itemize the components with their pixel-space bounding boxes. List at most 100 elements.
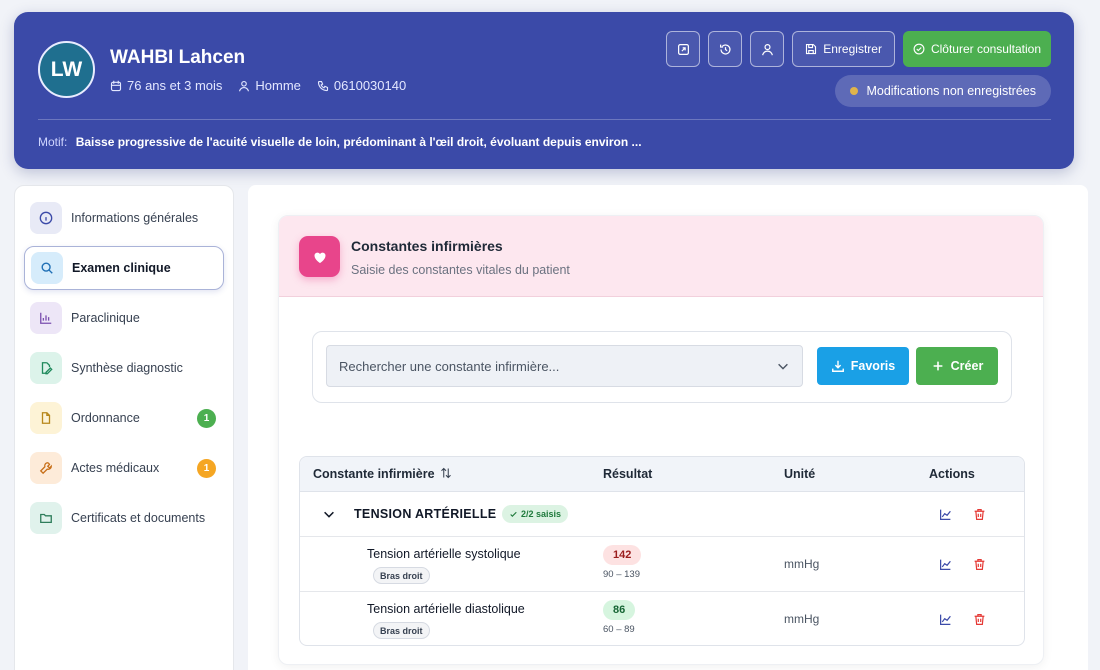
patient-phone: 0610030140 bbox=[317, 78, 406, 93]
save-button[interactable]: Enregistrer bbox=[792, 31, 895, 67]
result-value: 86 bbox=[603, 600, 636, 620]
save-button-label: Enregistrer bbox=[823, 42, 882, 56]
nursing-vitals-card: Constantes infirmières Saisie des consta… bbox=[278, 215, 1044, 665]
user-icon bbox=[239, 80, 250, 91]
chart-icon[interactable] bbox=[939, 508, 952, 521]
card-subtitle: Saisie des constantes vitales du patient bbox=[351, 263, 570, 277]
sidebar-item-certificats[interactable]: Certificats et documents bbox=[24, 496, 224, 540]
expand-button[interactable] bbox=[666, 31, 701, 67]
info-icon bbox=[39, 211, 53, 225]
sidebar-item-label: Actes médicaux bbox=[71, 461, 160, 475]
sidebar-item-label: Ordonnance bbox=[71, 411, 140, 425]
unit-value: mmHg bbox=[784, 557, 820, 571]
patient-phone-text: 0610030140 bbox=[333, 78, 407, 93]
sidebar-item-label: Informations générales bbox=[71, 211, 199, 225]
avatar: LW bbox=[38, 41, 95, 98]
trash-icon[interactable] bbox=[973, 558, 986, 571]
plus-icon bbox=[933, 361, 943, 371]
patient-age: 76 ans et 3 mois bbox=[110, 78, 222, 93]
table-row: Tension artérielle diastolique Bras droi… bbox=[300, 592, 1024, 645]
favorites-button[interactable]: Favoris bbox=[817, 347, 909, 385]
check-icon bbox=[510, 511, 517, 517]
patient-sex-text: Homme bbox=[255, 78, 301, 93]
header-divider bbox=[38, 119, 1051, 120]
folder-icon bbox=[40, 513, 52, 524]
status-dot bbox=[850, 87, 859, 95]
create-button[interactable]: Créer bbox=[916, 347, 998, 385]
result-value: 142 bbox=[603, 545, 642, 565]
col-constante[interactable]: Constante infirmière bbox=[313, 467, 452, 481]
sidebar-item-label: Paraclinique bbox=[71, 311, 140, 325]
nav-icon-box bbox=[30, 402, 62, 434]
close-consultation-button[interactable]: Clôturer consultation bbox=[902, 31, 1051, 67]
create-label: Créer bbox=[950, 359, 984, 373]
trash-icon[interactable] bbox=[973, 613, 986, 626]
status-badge-label: 2/2 saisis bbox=[521, 509, 562, 519]
sort-icon[interactable] bbox=[440, 467, 452, 479]
sidebar-item-label: Certificats et documents bbox=[71, 511, 206, 525]
col-unite: Unité bbox=[784, 467, 816, 481]
unsaved-changes-badge: Modifications non enregistrées bbox=[835, 75, 1051, 107]
chart-icon[interactable] bbox=[939, 558, 952, 571]
nav-icon-box bbox=[30, 452, 62, 484]
card-title: Constantes infirmières bbox=[351, 238, 503, 254]
row-tag: Bras droit bbox=[373, 622, 430, 639]
patient-age-text: 76 ans et 3 mois bbox=[127, 78, 223, 93]
sidebar-item-paraclinique[interactable]: Paraclinique bbox=[24, 296, 224, 340]
constant-search-select[interactable]: Rechercher une constante infirmière... bbox=[326, 345, 803, 387]
history-button[interactable] bbox=[708, 31, 743, 67]
phone-icon bbox=[317, 80, 328, 91]
expand-icon bbox=[677, 43, 689, 55]
result-range: 60 – 89 bbox=[603, 624, 635, 635]
unit-value: mmHg bbox=[784, 612, 820, 626]
close-consultation-label: Clôturer consultation bbox=[930, 42, 1041, 56]
search-icon bbox=[41, 262, 53, 274]
patient-sex: Homme bbox=[238, 78, 301, 93]
unsaved-changes-label: Modifications non enregistrées bbox=[866, 84, 1036, 98]
patient-name: WAHBI Lahcen bbox=[110, 47, 246, 68]
sidebar-item-informations-generales[interactable]: Informations générales bbox=[24, 196, 224, 240]
group-row-tension[interactable]: TENSION ARTÉRIELLE 2/2 saisis bbox=[300, 492, 1024, 537]
chevron-down-icon[interactable] bbox=[776, 359, 790, 373]
row-label: Tension artérielle systolique bbox=[367, 547, 521, 561]
consultation-motif: Motif: Baisse progressive de l'acuité vi… bbox=[38, 135, 642, 149]
vitals-table: Constante infirmière Résultat Unité Acti… bbox=[299, 456, 1025, 646]
chart-icon[interactable] bbox=[939, 613, 952, 626]
table-row: Tension artérielle systolique Bras droit… bbox=[300, 537, 1024, 592]
nav-icon-box bbox=[30, 302, 62, 334]
trash-icon[interactable] bbox=[973, 508, 986, 521]
motif-text: Baisse progressive de l'acuité visuelle … bbox=[75, 135, 642, 149]
sidebar-item-ordonnance[interactable]: Ordonnance 1 bbox=[24, 396, 224, 440]
count-badge: 1 bbox=[197, 408, 216, 428]
sidebar-item-label: Synthèse diagnostic bbox=[71, 361, 183, 375]
table-header: Constante infirmière Résultat Unité Acti… bbox=[300, 457, 1024, 492]
patient-meta: 76 ans et 3 mois Homme 0610030140 bbox=[110, 78, 406, 93]
check-circle-icon bbox=[913, 43, 925, 55]
download-icon bbox=[831, 360, 844, 372]
file-edit-icon bbox=[41, 362, 53, 375]
nav-icon-box bbox=[30, 352, 62, 384]
group-title: TENSION ARTÉRIELLE bbox=[354, 507, 497, 521]
sidebar-item-synthese-diagnostic[interactable]: Synthèse diagnostic bbox=[24, 346, 224, 390]
document-icon bbox=[41, 412, 51, 424]
search-placeholder: Rechercher une constante infirmière... bbox=[339, 358, 560, 374]
col-constante-label: Constante infirmière bbox=[313, 467, 435, 481]
status-badge: 2/2 saisis bbox=[502, 505, 569, 523]
calendar-icon bbox=[110, 80, 122, 91]
count-badge: 1 bbox=[197, 458, 216, 478]
patient-profile-button[interactable] bbox=[750, 31, 785, 67]
sidebar-item-examen-clinique[interactable]: Examen clinique bbox=[24, 246, 224, 290]
save-icon bbox=[806, 43, 817, 55]
sidebar-item-actes-medicaux[interactable]: Actes médicaux 1 bbox=[24, 446, 224, 490]
wrench-icon bbox=[39, 462, 52, 475]
motif-label: Motif: bbox=[38, 135, 68, 149]
heart-icon bbox=[313, 252, 326, 263]
chevron-down-icon[interactable] bbox=[322, 507, 336, 521]
nav-icon-box bbox=[31, 252, 63, 284]
main-content: Constantes infirmières Saisie des consta… bbox=[248, 185, 1088, 670]
sidebar-item-label: Examen clinique bbox=[72, 261, 171, 275]
col-resultat: Résultat bbox=[603, 467, 653, 481]
nav-icon-box bbox=[30, 502, 62, 534]
header-actions: Enregistrer Clôturer consultation bbox=[666, 31, 1051, 67]
patient-header: LW WAHBI Lahcen 76 ans et 3 mois Homme 0… bbox=[14, 12, 1074, 169]
